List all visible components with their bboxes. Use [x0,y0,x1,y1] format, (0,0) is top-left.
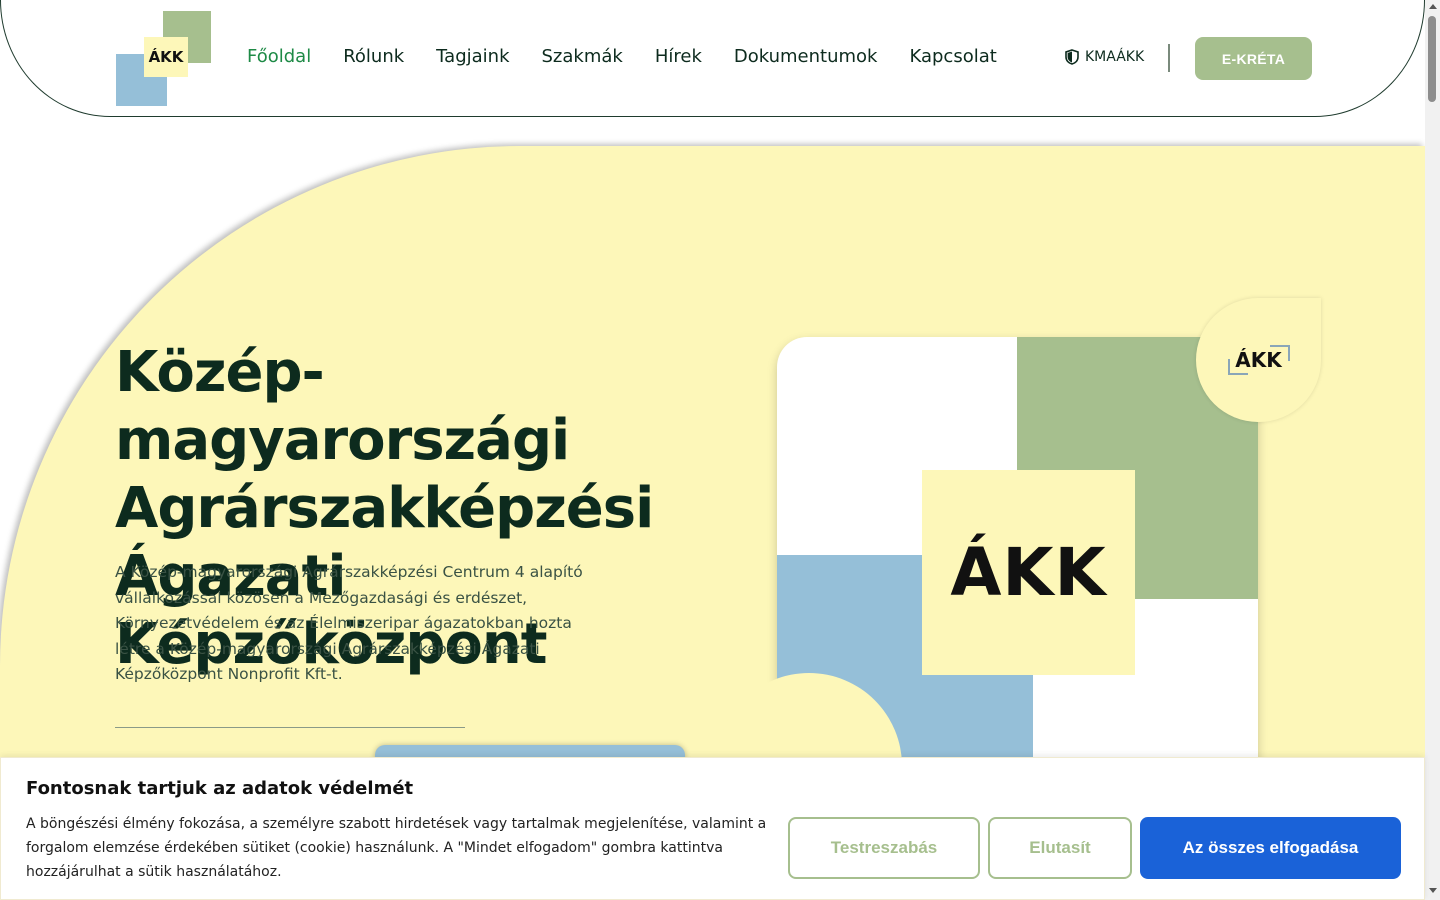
site-logo[interactable]: ÁKK [116,11,212,106]
reject-button[interactable]: Elutasít [988,817,1132,879]
customize-button[interactable]: Testreszabás [788,817,980,879]
scroll-up-icon[interactable] [1429,4,1437,9]
hero-title-line: Közép-magyarországi [115,340,570,473]
ekreta-button[interactable]: E-KRÉTA [1195,37,1312,80]
kma-label: KMAÁKK [1085,49,1145,65]
nav-item-rolunk[interactable]: Rólunk [343,46,404,67]
logo-text: ÁKK [144,37,188,77]
accept-all-button[interactable]: Az összes elfogadása [1140,817,1401,879]
hero-description: A Közép-magyarországi Agrárszakképzési C… [115,563,583,683]
nav-item-fooldal[interactable]: Főoldal [247,46,311,67]
hero-title-line: Agrárszakképzési [115,476,654,541]
nav-item-dokumentumok[interactable]: Dokumentumok [734,46,878,67]
header-divider [1168,44,1170,72]
main-nav: Főoldal Rólunk Tagjaink Szakmák Hírek Do… [247,46,1029,67]
nav-item-tagjaink[interactable]: Tagjaink [436,46,509,67]
card-logo: ÁKK [922,470,1135,675]
nav-item-kapcsolat[interactable]: Kapcsolat [909,46,996,67]
hero-divider [115,727,465,728]
cookie-text: A böngészési élmény fokozása, a személyr… [26,816,767,880]
page-scrollbar[interactable] [1425,0,1440,900]
hero-badge-top: ÁKK [1196,298,1321,422]
cookie-banner: Fontosnak tartjuk az adatok védelmét A b… [0,757,1425,900]
badge-logo: ÁKK [1227,345,1290,375]
cookie-title: Fontosnak tartjuk az adatok védelmét [26,778,414,799]
nav-item-hirek[interactable]: Hírek [655,46,702,67]
site-header: ÁKK Főoldal Rólunk Tagjaink Szakmák Híre… [0,0,1425,117]
shield-icon [1065,49,1079,65]
scrollbar-thumb[interactable] [1428,16,1436,102]
kma-link[interactable]: KMAÁKK [1065,49,1144,65]
scroll-down-icon[interactable] [1429,888,1437,893]
nav-item-szakmak[interactable]: Szakmák [542,46,623,67]
